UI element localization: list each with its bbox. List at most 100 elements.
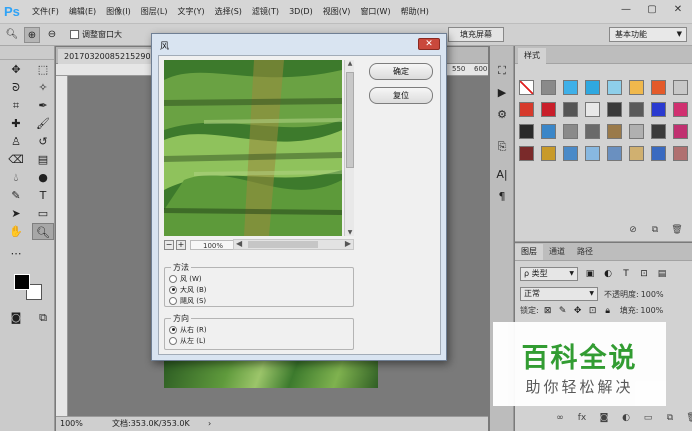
zoom-in-button[interactable]: + (176, 240, 186, 250)
style-swatch[interactable] (629, 102, 644, 117)
resize-windows-checkbox[interactable] (70, 30, 79, 39)
lock-position-icon[interactable]: ✥ (572, 306, 584, 316)
adjustment-layer-icon[interactable]: ◐ (619, 413, 633, 425)
character-panel-icon[interactable]: A| (493, 166, 511, 184)
workspace-select[interactable]: 基本功能 ▼ (609, 27, 687, 42)
preview-horizontal-scrollbar[interactable]: ◀ ▶ (233, 239, 354, 250)
style-swatch[interactable] (607, 80, 622, 95)
brush-tool-icon[interactable]: 🖌︎ (32, 115, 54, 132)
style-swatch[interactable] (607, 146, 622, 161)
menu-select[interactable]: 选择(S) (215, 6, 242, 17)
ok-button[interactable]: 确定 (369, 63, 433, 80)
style-swatch[interactable] (541, 80, 556, 95)
shape-tool-icon[interactable]: ▭ (32, 205, 54, 222)
tab-layers[interactable]: 图层 (515, 244, 543, 260)
marquee-tool-icon[interactable]: ⬚ (32, 61, 54, 78)
style-swatch[interactable] (629, 146, 644, 161)
panel-grip[interactable] (0, 46, 54, 60)
style-swatch[interactable] (585, 102, 600, 117)
style-swatch[interactable] (585, 146, 600, 161)
menu-window[interactable]: 窗口(W) (360, 6, 390, 17)
style-swatch[interactable] (673, 124, 688, 139)
fill-screen-button[interactable]: 填充屏幕 (448, 27, 504, 42)
magic-wand-icon[interactable]: ✧ (32, 79, 54, 96)
menu-filter[interactable]: 滤镜(T) (252, 6, 279, 17)
clone-source-icon[interactable]: ⎘ (493, 138, 511, 156)
style-swatch[interactable] (629, 124, 644, 139)
radio-button[interactable] (169, 296, 177, 305)
style-swatch[interactable] (563, 124, 578, 139)
smart-object-filter-icon[interactable]: ▤ (656, 269, 668, 279)
scroll-down-icon[interactable]: ▼ (345, 229, 355, 236)
menu-edit[interactable]: 编辑(E) (69, 6, 96, 17)
style-swatch[interactable] (541, 124, 556, 139)
preview-vertical-scrollbar[interactable]: ▲ ▼ (344, 60, 354, 236)
direction-option-from-right[interactable]: 从右 (R) (169, 324, 353, 335)
method-option-blast[interactable]: 大风 (B) (169, 284, 353, 295)
dialog-close-button[interactable]: ✕ (418, 38, 440, 50)
reset-button[interactable]: 复位 (369, 87, 433, 104)
properties-panel-icon[interactable]: ⚙ (493, 106, 511, 124)
screen-mode-icon[interactable]: ⧉ (32, 309, 54, 326)
hand-tool-icon[interactable]: ✋ (5, 223, 27, 240)
lock-transparent-icon[interactable]: ⊠ (542, 306, 554, 316)
style-swatch[interactable] (519, 102, 534, 117)
radio-button[interactable] (169, 336, 177, 345)
blend-mode-select[interactable]: 正常 ▼ (520, 287, 598, 301)
style-swatch[interactable] (651, 146, 666, 161)
style-swatch[interactable] (651, 124, 666, 139)
pixel-filter-icon[interactable]: ▣ (584, 269, 596, 279)
zoom-level[interactable]: 100% (60, 417, 90, 431)
pen-tool-icon[interactable]: ✎ (5, 187, 27, 204)
radio-button-selected[interactable] (169, 285, 177, 294)
delete-style-icon[interactable]: 🗑︎ (670, 225, 684, 237)
new-group-icon[interactable]: ▭ (641, 413, 655, 425)
delete-layer-icon[interactable]: 🗑︎ (685, 413, 692, 425)
zoom-tool-active-icon[interactable]: 🔍︎ (32, 222, 54, 240)
lasso-tool-icon[interactable]: ᘐ (5, 79, 27, 96)
style-swatch[interactable] (629, 80, 644, 95)
style-swatch[interactable] (607, 124, 622, 139)
eraser-tool-icon[interactable]: ⌫ (5, 151, 27, 168)
zoom-tool-icon[interactable]: 🔍︎ (4, 27, 20, 43)
style-swatch[interactable] (563, 80, 578, 95)
shape-filter-icon[interactable]: ⊡ (638, 269, 650, 279)
opacity-value[interactable]: 100% (641, 290, 664, 299)
type-tool-icon[interactable]: T (32, 187, 54, 204)
fill-value[interactable]: 100% (640, 306, 663, 315)
clear-style-icon[interactable]: ⊘ (626, 225, 640, 237)
style-swatch[interactable] (563, 146, 578, 161)
actions-panel-icon[interactable]: ▶ (493, 84, 511, 102)
quick-mask-icon[interactable]: ◙ (5, 309, 27, 326)
menu-type[interactable]: 文字(Y) (177, 6, 204, 17)
tab-channels[interactable]: 通道 (543, 244, 571, 260)
history-panel-icon[interactable]: ⛶ (493, 62, 511, 80)
eyedropper-tool-icon[interactable]: ✒ (32, 97, 54, 114)
scrollbar-thumb[interactable] (248, 241, 318, 248)
radio-button[interactable] (169, 274, 177, 283)
menu-layer[interactable]: 图层(L) (141, 6, 168, 17)
style-swatch[interactable] (541, 146, 556, 161)
lock-all-icon[interactable]: 🔒︎ (602, 306, 614, 316)
new-layer-icon[interactable]: ⧉ (663, 413, 677, 425)
style-swatch[interactable] (585, 80, 600, 95)
layer-mask-icon[interactable]: ◙ (597, 413, 611, 425)
menu-help[interactable]: 帮助(H) (401, 6, 429, 17)
style-swatch[interactable] (607, 102, 622, 117)
lock-pixels-icon[interactable]: ✎ (557, 306, 569, 316)
chevron-right-icon[interactable]: › (208, 417, 211, 431)
layer-style-icon[interactable]: fx (575, 413, 589, 425)
tab-paths[interactable]: 路径 (571, 244, 599, 260)
new-style-icon[interactable]: ⧉ (648, 225, 662, 237)
more-tools-icon[interactable]: ⋯ (5, 245, 27, 262)
menu-image[interactable]: 图像(I) (106, 6, 131, 17)
style-swatch[interactable] (651, 80, 666, 95)
direction-option-from-left[interactable]: 从左 (L) (169, 335, 353, 346)
foreground-color[interactable] (14, 274, 30, 290)
scroll-up-icon[interactable]: ▲ (345, 60, 355, 67)
style-swatch[interactable] (519, 80, 534, 95)
zoom-in-icon[interactable]: ⊕ (24, 26, 40, 43)
menu-file[interactable]: 文件(F) (32, 6, 59, 17)
path-select-icon[interactable]: ➤ (5, 205, 27, 222)
scroll-right-icon[interactable]: ▶ (345, 239, 351, 248)
